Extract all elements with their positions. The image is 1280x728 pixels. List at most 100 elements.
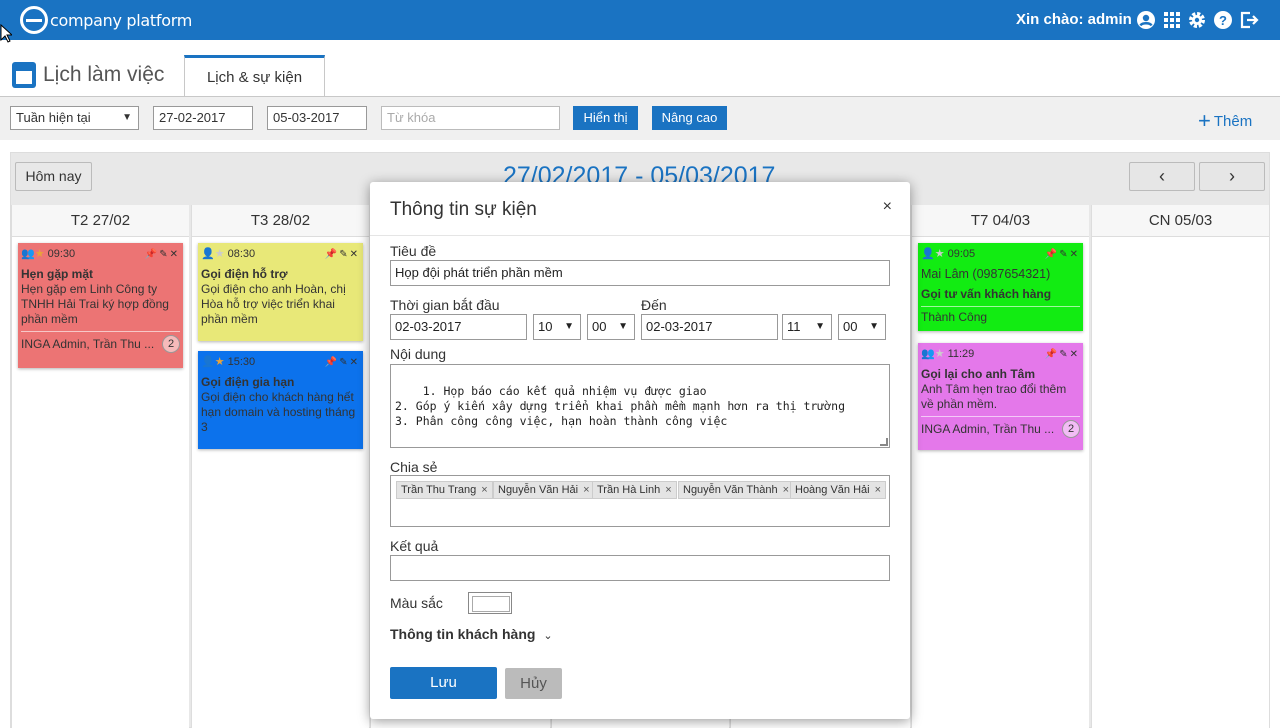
period-select[interactable]: Tuần hiện tại ▼	[10, 106, 139, 130]
star-icon[interactable]: ★	[35, 247, 45, 262]
event-card[interactable]: 👥 ★ 09:30 📌✎✕ Hẹn gặp mặt Hẹn gặp em Linh C…	[18, 243, 183, 368]
save-button[interactable]: Lưu	[390, 667, 497, 699]
today-button[interactable]: Hôm nay	[15, 162, 92, 191]
end-hour-select[interactable]: 11	[782, 314, 832, 340]
top-bar: company platform Xin chào: admin ?	[0, 0, 1280, 40]
gear-icon[interactable]	[1187, 10, 1207, 30]
event-body: Hẹn gặp em Linh Công ty TNHH Hải Trai ký…	[21, 282, 169, 326]
event-footer: INGA Admin, Trần Thu ... 2	[921, 416, 1080, 438]
tab-events[interactable]: Lịch & sự kiện	[184, 55, 325, 97]
content-textarea[interactable]: 1. Họp báo cáo kết quả nhiệm vụ được gia…	[390, 364, 890, 448]
calendar-icon	[12, 62, 36, 88]
event-status: Thành Công	[921, 310, 988, 324]
event-count-badge: 2	[1062, 420, 1080, 438]
star-icon[interactable]: ★	[935, 347, 945, 362]
event-actions[interactable]: 📌✎✕	[325, 247, 360, 262]
mouse-cursor-icon	[0, 24, 12, 43]
page-title-text: Lịch làm việc	[43, 63, 165, 86]
event-header: 👥 ★ 11:29 📌✎✕	[921, 346, 1080, 362]
event-count-badge: 2	[162, 335, 180, 353]
keyword-input[interactable]: Từ khóa	[381, 106, 560, 130]
event-time: 15:30	[227, 355, 256, 368]
show-button[interactable]: Hiển thị	[573, 106, 638, 130]
resize-handle[interactable]	[880, 438, 888, 446]
event-header: 👤 ★ 08:30 📌✎✕	[201, 246, 360, 262]
event-footer: INGA Admin, Trần Thu ... 2	[21, 331, 180, 353]
event-title: Hẹn gặp mặt	[21, 267, 94, 281]
event-card[interactable]: 👤 ★ 09:05 📌✎✕ Mai Lâm (0987654321) Gọi tư v…	[918, 243, 1083, 331]
logout-icon[interactable]	[1239, 10, 1259, 30]
prev-week-button[interactable]: ‹	[1129, 162, 1195, 191]
event-title: Gọi điện hỗ trợ	[201, 267, 288, 281]
event-actions[interactable]: 📌✎✕	[325, 355, 360, 370]
share-tag[interactable]: Hoàng Văn Hải ×	[790, 481, 887, 499]
star-icon[interactable]: ★	[935, 247, 945, 262]
end-minute-select[interactable]: 00	[838, 314, 886, 340]
day-column-sun: CN 05/03	[1091, 205, 1269, 728]
share-tag[interactable]: Nguyễn Văn Hải ×	[493, 481, 595, 499]
share-tag[interactable]: Nguyễn Văn Thành ×	[678, 481, 795, 499]
end-time-label: Đến	[641, 297, 667, 313]
event-title: Gọi lại cho anh Tâm	[921, 367, 1036, 381]
user-avatar-icon[interactable]	[1136, 10, 1156, 30]
event-actions[interactable]: 📌✎✕	[1045, 247, 1080, 262]
event-actions[interactable]: 📌✎✕	[145, 247, 180, 262]
add-button[interactable]: + Thêm	[1198, 108, 1252, 134]
period-select-value: Tuần hiện tại	[16, 110, 91, 125]
remove-tag-icon[interactable]: ×	[583, 484, 589, 496]
group-icon: 👥	[921, 347, 935, 360]
event-header: 👥 ★ 09:30 📌✎✕	[21, 246, 180, 262]
cancel-button[interactable]: Hủy	[505, 668, 562, 699]
event-footer: Thành Công	[921, 306, 1080, 325]
page-title: Lịch làm việc	[12, 62, 164, 88]
star-icon[interactable]: ★	[215, 247, 225, 262]
remove-tag-icon[interactable]: ×	[875, 484, 881, 496]
day-header: T7 04/03	[912, 205, 1089, 237]
event-time: 09:05	[947, 247, 976, 260]
start-time-label: Thời gian bắt đầu	[390, 297, 500, 313]
start-minute-select[interactable]: 00	[587, 314, 635, 340]
next-week-button[interactable]: ›	[1199, 162, 1265, 191]
date-from-input[interactable]: 27-02-2017	[153, 106, 253, 130]
result-input[interactable]	[390, 555, 890, 581]
customer-info-toggle[interactable]: Thông tin khách hàng ⌄	[390, 626, 553, 642]
end-date-input[interactable]: 02-03-2017	[641, 314, 778, 340]
event-card[interactable]: 👤 ★ 15:30 📌✎✕ Gọi điện gia hạn Gọi điện cho…	[198, 351, 363, 449]
customer-info-label: Thông tin khách hàng	[390, 626, 536, 642]
event-people: INGA Admin, Trần Thu ...	[21, 336, 155, 351]
share-tag[interactable]: Trần Hà Linh ×	[592, 481, 677, 499]
chevron-down-icon: ▼	[122, 112, 132, 123]
day-header: T2 27/02	[12, 205, 189, 237]
help-icon[interactable]: ?	[1213, 10, 1233, 30]
chevron-down-icon: ⌄	[543, 630, 553, 642]
event-dialog: Thông tin sự kiện × Tiêu đề Họp đội phát…	[370, 182, 910, 719]
share-tags-input[interactable]: Trần Thu Trang × Nguyễn Văn Hải × Trần Hà …	[390, 475, 890, 527]
title-input[interactable]: Họp đội phát triển phần mềm	[390, 260, 890, 286]
start-hour-select[interactable]: 10	[533, 314, 581, 340]
remove-tag-icon[interactable]: ×	[481, 484, 487, 496]
event-actions[interactable]: 📌✎✕	[1045, 347, 1080, 362]
start-date-input[interactable]: 02-03-2017	[390, 314, 527, 340]
person-icon: 👤	[201, 247, 215, 260]
remove-tag-icon[interactable]: ×	[783, 484, 789, 496]
apps-grid-icon[interactable]	[1162, 10, 1182, 30]
share-tag[interactable]: Trần Thu Trang ×	[396, 481, 493, 499]
brand-name: company platform	[50, 10, 193, 30]
brand-logo[interactable]: company platform	[20, 4, 192, 36]
share-tag-label: Nguyễn Văn Thành	[683, 484, 778, 496]
dialog-title: Thông tin sự kiện	[390, 199, 537, 220]
svg-text:?: ?	[1219, 13, 1227, 28]
color-picker[interactable]	[468, 592, 512, 614]
close-icon[interactable]: ×	[883, 198, 892, 216]
star-icon[interactable]: ★	[215, 355, 225, 370]
event-card[interactable]: 👥 ★ 11:29 📌✎✕ Gọi lại cho anh Tâm Anh Tâm h…	[918, 343, 1083, 450]
advanced-button[interactable]: Nâng cao	[652, 106, 727, 130]
date-to-input[interactable]: 05-03-2017	[267, 106, 367, 130]
day-header: T3 28/02	[192, 205, 369, 237]
remove-tag-icon[interactable]: ×	[665, 484, 671, 496]
event-card[interactable]: 👤 ★ 08:30 📌✎✕ Gọi điện hỗ trợ Gọi điện cho …	[198, 243, 363, 341]
user-greeting: Xin chào: admin	[1016, 11, 1132, 28]
event-time: 11:29	[947, 347, 975, 360]
event-time: 08:30	[227, 247, 256, 260]
event-title: Gọi điện gia hạn	[201, 375, 295, 389]
